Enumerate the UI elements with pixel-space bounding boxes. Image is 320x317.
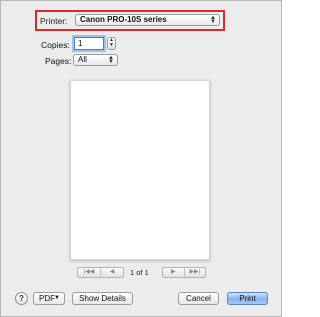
last-page-button[interactable]: ▶▶| [183, 268, 206, 277]
previous-page-button[interactable]: ◀ [100, 268, 123, 277]
printer-label: Printer: [40, 16, 68, 26]
page-nav-forward-group: ▶ ▶▶| [162, 267, 206, 278]
print-button[interactable]: Print [227, 292, 268, 305]
first-page-button[interactable]: |◀◀ [78, 268, 100, 277]
printer-popup[interactable]: Canon PRO-10S series ▲ ▼ [75, 14, 220, 26]
cancel-button[interactable]: Cancel [178, 292, 219, 305]
page-nav-back-group: |◀◀ ◀ [77, 267, 124, 278]
print-preview-page [70, 80, 210, 260]
pages-popup-value: All [78, 55, 87, 64]
pages-label: Pages: [45, 56, 72, 66]
page-indicator: 1 of 1 [130, 268, 149, 277]
popup-arrows-icon: ▲ ▼ [108, 55, 114, 65]
copies-stepper[interactable]: ▲ ▼ [107, 37, 116, 50]
chevron-down-icon: ▼ [54, 295, 60, 301]
show-details-button[interactable]: Show Details [72, 292, 133, 305]
pages-popup[interactable]: All ▲ ▼ [73, 54, 118, 66]
stepper-down-icon[interactable]: ▼ [108, 43, 115, 48]
copies-input[interactable]: 1 [74, 37, 104, 50]
help-button[interactable]: ? [15, 292, 28, 305]
copies-label: Copies: [41, 40, 70, 50]
printer-popup-value: Canon PRO-10S series [80, 15, 167, 24]
popup-arrows-icon: ▲ ▼ [210, 15, 216, 25]
pdf-menu-button[interactable]: PDF ▼ [33, 292, 65, 305]
pdf-label: PDF [39, 294, 55, 303]
next-page-button[interactable]: ▶ [163, 268, 184, 277]
print-dialog: Printer: Canon PRO-10S series ▲ ▼ Copies:… [0, 0, 282, 317]
